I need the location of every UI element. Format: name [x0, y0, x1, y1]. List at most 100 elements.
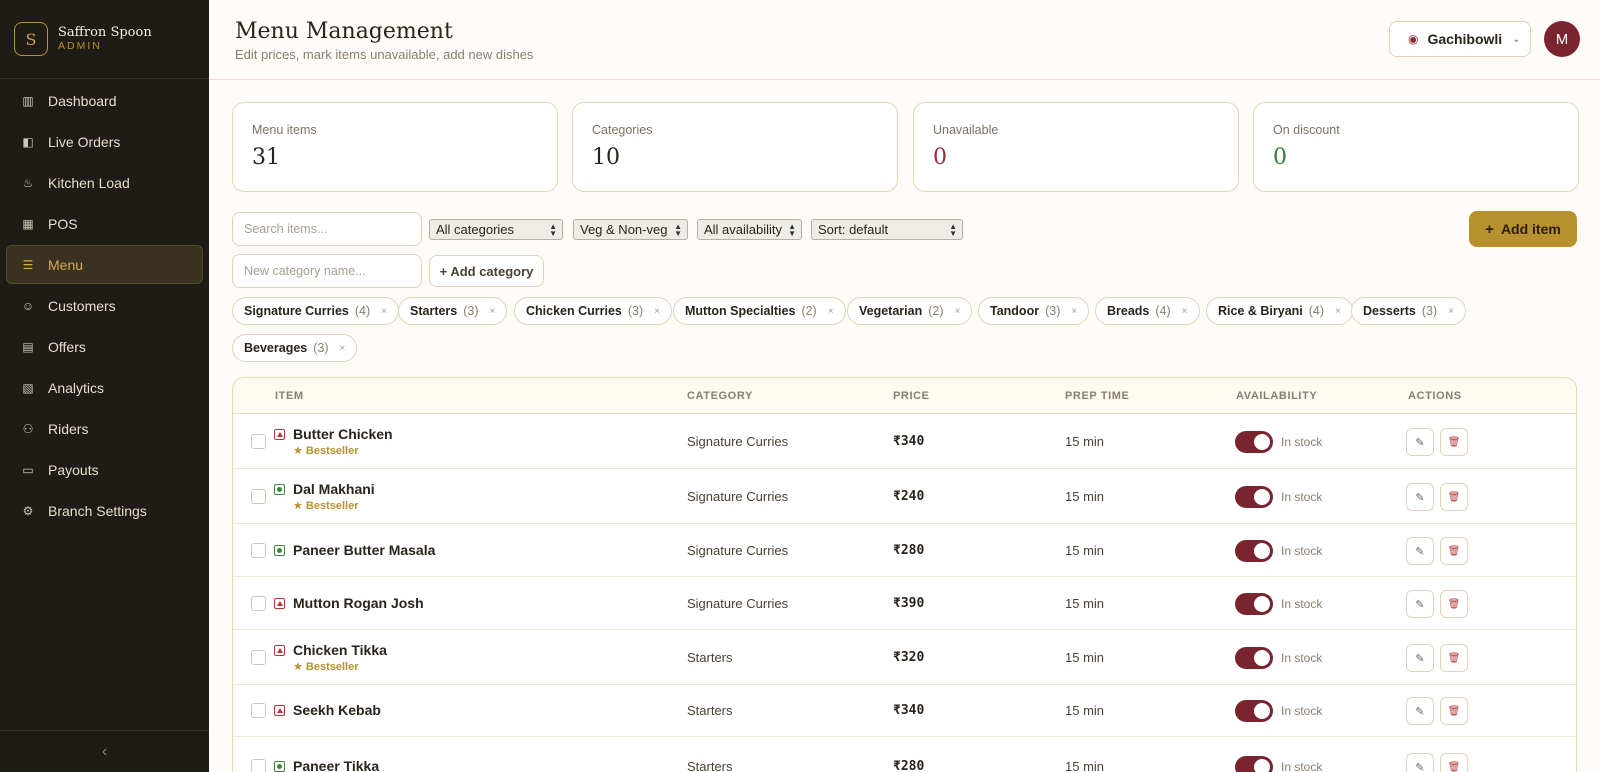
- remove-category-icon[interactable]: ×: [955, 306, 961, 317]
- category-chip[interactable]: Rice & Biryani (4) ×: [1206, 297, 1353, 325]
- bar-chart-icon: ▥: [22, 93, 34, 108]
- remove-category-icon[interactable]: ×: [1448, 306, 1454, 317]
- row-checkbox[interactable]: [251, 650, 266, 665]
- row-checkbox[interactable]: [251, 543, 266, 558]
- avatar[interactable]: M: [1544, 21, 1580, 57]
- collapse-sidebar-button[interactable]: ‹: [0, 730, 209, 772]
- row-checkbox[interactable]: [251, 489, 266, 504]
- category-chip-name: Tandoor: [990, 304, 1040, 318]
- trash-icon: 🗑: [1447, 652, 1461, 664]
- edit-item-button[interactable]: ✎: [1406, 644, 1434, 672]
- delete-item-button[interactable]: 🗑: [1440, 483, 1468, 511]
- availability-toggle[interactable]: [1235, 756, 1273, 772]
- category-filter-select[interactable]: All categories ▲ ▼: [429, 219, 563, 240]
- sidebar-item-analytics[interactable]: ▧ Analytics: [6, 368, 203, 407]
- availability-toggle[interactable]: [1235, 486, 1273, 508]
- category-chip[interactable]: Desserts (3) ×: [1351, 297, 1466, 325]
- delete-item-button[interactable]: 🗑: [1440, 428, 1468, 456]
- sidebar-item-live-orders[interactable]: ◧ Live Orders: [6, 122, 203, 161]
- bestseller-badge: ★ Bestseller: [293, 661, 359, 673]
- diet-filter-value: Veg & Non-veg: [580, 222, 668, 237]
- nonveg-indicator-icon: [274, 705, 285, 716]
- delete-item-button[interactable]: 🗑: [1440, 753, 1468, 772]
- sidebar-item-riders[interactable]: ⚇ Riders: [6, 409, 203, 448]
- remove-category-icon[interactable]: ×: [1335, 306, 1341, 317]
- sort-select[interactable]: Sort: default ▲ ▼: [811, 219, 963, 240]
- column-header: AVAILABILITY: [1236, 390, 1318, 402]
- category-chip[interactable]: Signature Curries (4) ×: [232, 297, 400, 325]
- sidebar-item-customers[interactable]: ☺ Customers: [6, 286, 203, 325]
- sidebar-item-label: Menu: [48, 256, 84, 273]
- category-chip[interactable]: Beverages (3) ×: [232, 334, 358, 362]
- branch-selector[interactable]: ◉ Gachibowli ⌄: [1389, 21, 1531, 57]
- delete-item-button[interactable]: 🗑: [1440, 697, 1468, 725]
- category-chip[interactable]: Starters (3) ×: [398, 297, 508, 325]
- category-chip-count: (3): [1421, 304, 1438, 318]
- table-row: Mutton Rogan Josh Signature Curries ₹390 15…: [233, 577, 1576, 630]
- edit-item-button[interactable]: ✎: [1406, 537, 1434, 565]
- item-name: Mutton Rogan Josh: [293, 595, 424, 611]
- availability-toggle[interactable]: [1235, 540, 1273, 562]
- remove-category-icon[interactable]: ×: [1071, 306, 1077, 317]
- sidebar-item-label: Live Orders: [48, 133, 121, 150]
- category-chip[interactable]: Breads (4) ×: [1095, 297, 1200, 325]
- add-item-button[interactable]: + Add item: [1469, 211, 1577, 247]
- search-input[interactable]: [232, 212, 422, 246]
- edit-item-button[interactable]: ✎: [1406, 428, 1434, 456]
- remove-category-icon[interactable]: ×: [340, 343, 346, 354]
- trash-icon: 🗑: [1447, 436, 1461, 448]
- availability-toggle[interactable]: [1235, 700, 1273, 722]
- category-chip-name: Starters: [410, 304, 458, 318]
- analytics-icon: ▧: [22, 380, 34, 395]
- edit-item-button[interactable]: ✎: [1406, 590, 1434, 618]
- item-name: Dal Makhani: [293, 481, 375, 497]
- availability-status: In stock: [1281, 760, 1323, 772]
- sidebar-item-menu[interactable]: ☰ Menu: [6, 245, 203, 284]
- sidebar-item-kitchen-load[interactable]: ♨ Kitchen Load: [6, 163, 203, 202]
- sidebar-item-pos[interactable]: ▦ POS: [6, 204, 203, 243]
- row-checkbox[interactable]: [251, 703, 266, 718]
- availability-filter-select[interactable]: All availability ▲ ▼: [697, 219, 802, 240]
- new-category-input[interactable]: [232, 254, 422, 288]
- remove-category-icon[interactable]: ×: [1182, 306, 1188, 317]
- toggle-knob: [1254, 650, 1270, 666]
- sidebar-item-offers[interactable]: ▤ Offers: [6, 327, 203, 366]
- row-checkbox[interactable]: [251, 759, 266, 772]
- edit-item-button[interactable]: ✎: [1406, 483, 1434, 511]
- category-chip[interactable]: Mutton Specialties (2) ×: [673, 297, 846, 325]
- category-chip[interactable]: Chicken Curries (3) ×: [514, 297, 672, 325]
- remove-category-icon[interactable]: ×: [654, 306, 660, 317]
- delete-item-button[interactable]: 🗑: [1440, 590, 1468, 618]
- edit-item-button[interactable]: ✎: [1406, 753, 1434, 772]
- category-chip-count: (2): [801, 304, 817, 318]
- category-chip-name: Mutton Specialties: [685, 304, 796, 318]
- item-prep-time: 15 min: [1065, 489, 1105, 504]
- row-checkbox[interactable]: [251, 434, 266, 449]
- diet-filter-select[interactable]: Veg & Non-veg ▲ ▼: [573, 219, 688, 240]
- sidebar-item-dashboard[interactable]: ▥ Dashboard: [6, 81, 203, 120]
- diet-dot-icon: [277, 548, 282, 553]
- sidebar-item-branch-settings[interactable]: ⚙ Branch Settings: [6, 491, 203, 530]
- edit-item-button[interactable]: ✎: [1406, 697, 1434, 725]
- diet-dot-icon: [276, 601, 283, 606]
- availability-toggle[interactable]: [1235, 647, 1273, 669]
- stat-value: 0: [933, 145, 947, 170]
- nonveg-indicator-icon: [274, 645, 285, 656]
- remove-category-icon[interactable]: ×: [828, 306, 834, 317]
- row-checkbox[interactable]: [251, 596, 266, 611]
- delete-item-button[interactable]: 🗑: [1440, 537, 1468, 565]
- delete-item-button[interactable]: 🗑: [1440, 644, 1468, 672]
- add-category-button[interactable]: + Add category: [429, 255, 544, 287]
- pencil-icon: ✎: [1415, 436, 1425, 449]
- gear-icon: ⚙: [22, 503, 34, 518]
- availability-toggle[interactable]: [1235, 431, 1273, 453]
- remove-category-icon[interactable]: ×: [381, 306, 387, 317]
- column-header: PRICE: [893, 390, 930, 402]
- availability-toggle[interactable]: [1235, 593, 1273, 615]
- category-chip[interactable]: Vegetarian (2) ×: [847, 297, 973, 325]
- sidebar-item-label: POS: [48, 215, 78, 232]
- remove-category-icon[interactable]: ×: [490, 306, 496, 317]
- menu-table: ITEM CATEGORY PRICE PREP TIME AVAILABILITY AC…: [232, 377, 1577, 772]
- category-chip[interactable]: Tandoor (3) ×: [978, 297, 1090, 325]
- sidebar-item-payouts[interactable]: ▭ Payouts: [6, 450, 203, 489]
